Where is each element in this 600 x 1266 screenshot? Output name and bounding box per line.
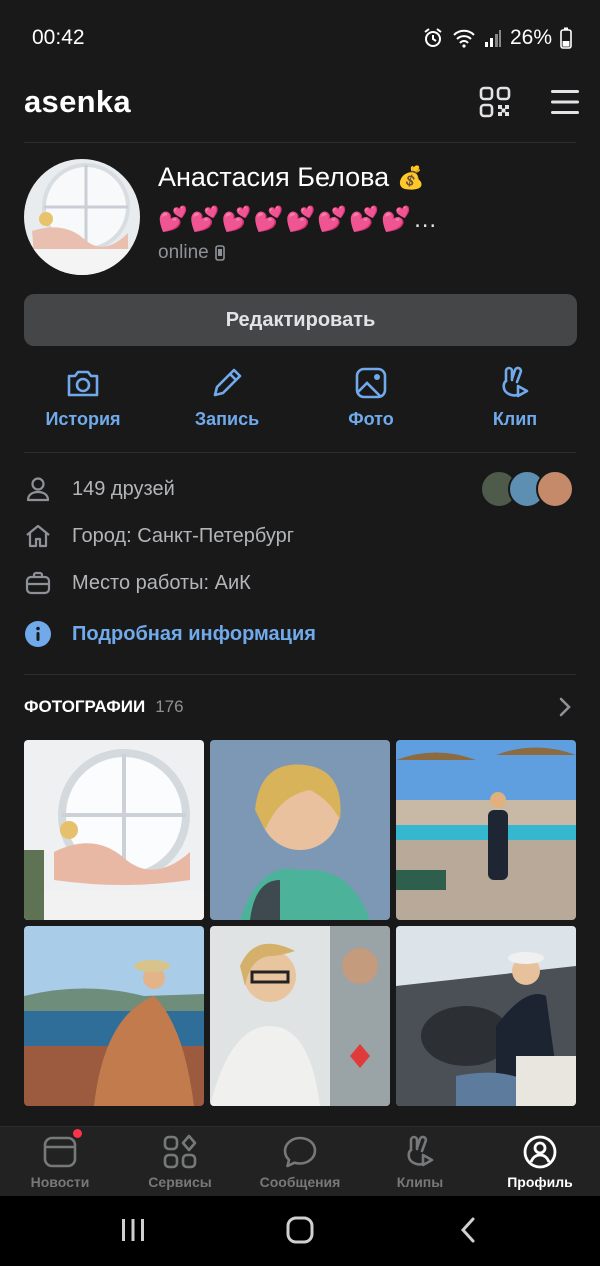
home-icon — [26, 524, 50, 548]
work-text: Место работы: АиК — [72, 571, 251, 594]
info-more[interactable]: Подробная информация — [24, 620, 316, 648]
mobile-phone-icon — [214, 245, 225, 261]
tab-news[interactable]: Новости — [0, 1134, 120, 1190]
profile-icon — [523, 1135, 557, 1169]
home-nav-icon[interactable] — [286, 1216, 314, 1244]
online-status: online — [158, 242, 225, 264]
chevron-right-icon[interactable] — [557, 696, 573, 718]
tab-news-label: Новости — [30, 1174, 90, 1190]
tab-messages-label: Сообщения — [259, 1174, 341, 1190]
pencil-icon — [213, 368, 242, 397]
photo-thumbnail[interactable] — [24, 740, 204, 920]
info-friends[interactable]: 149 друзей — [24, 475, 175, 503]
tab-profile-label: Профиль — [507, 1174, 573, 1190]
notification-dot — [73, 1129, 82, 1138]
qr-code-icon[interactable] — [479, 86, 511, 118]
friend-avatars[interactable] — [480, 470, 574, 508]
hamburger-menu-icon[interactable] — [549, 88, 581, 116]
online-label: online — [158, 242, 209, 263]
action-photo-label: Фото — [348, 409, 394, 429]
action-story-label: История — [45, 409, 121, 429]
tab-services-label: Сервисы — [148, 1174, 212, 1190]
action-post-label: Запись — [194, 409, 260, 429]
user-icon — [26, 477, 50, 502]
tab-messages[interactable]: Сообщения — [240, 1134, 360, 1190]
wifi-icon — [453, 29, 475, 48]
profile-name: Анастасия Белова — [158, 162, 390, 192]
info-icon — [25, 621, 51, 647]
info-work: Место работы: АиК — [24, 569, 251, 597]
money-bag-icon: 💰 — [397, 164, 425, 190]
profile-status[interactable]: 💕💕💕💕💕💕💕💕… — [158, 205, 439, 234]
action-clip[interactable]: Клип — [450, 365, 580, 430]
messages-icon — [283, 1136, 317, 1168]
photos-header[interactable]: ФОТОГРАФИИ 176 — [24, 697, 184, 717]
back-icon[interactable] — [458, 1216, 478, 1244]
clips-icon — [407, 1135, 434, 1167]
app-title: asenka — [24, 84, 131, 119]
image-icon — [355, 367, 387, 399]
profile-name-row: Анастасия Белова 💰 — [158, 162, 425, 193]
signal-icon — [484, 30, 501, 47]
alarm-icon — [424, 28, 442, 47]
profile-avatar[interactable] — [24, 159, 140, 275]
action-post[interactable]: Запись — [162, 365, 292, 430]
photo-thumbnail[interactable] — [396, 740, 576, 920]
photo-thumbnail[interactable] — [396, 926, 576, 1106]
photo-thumbnail[interactable] — [210, 740, 390, 920]
briefcase-icon — [25, 571, 51, 595]
more-info-link: Подробная информация — [72, 622, 316, 645]
battery-icon — [560, 27, 572, 49]
status-time: 00:42 — [32, 26, 85, 49]
photo-thumbnail[interactable] — [24, 926, 204, 1106]
tab-profile[interactable]: Профиль — [480, 1134, 600, 1190]
edit-profile-button[interactable]: Редактировать — [24, 294, 577, 346]
camera-icon — [67, 370, 99, 397]
photo-thumbnail[interactable] — [210, 926, 390, 1106]
tab-clips-label: Клипы — [396, 1174, 444, 1190]
status-icons: 26% — [422, 26, 572, 50]
actions-divider — [24, 452, 576, 453]
battery-percent: 26% — [509, 26, 552, 49]
friends-count: 149 друзей — [72, 477, 175, 500]
clip-icon — [502, 366, 529, 398]
photos-count: 176 — [155, 697, 184, 716]
photos-title: ФОТОГРАФИИ — [24, 697, 146, 716]
tab-services[interactable]: Сервисы — [120, 1134, 240, 1190]
recent-apps-icon[interactable] — [120, 1217, 146, 1243]
services-icon — [163, 1134, 197, 1169]
action-clip-label: Клип — [492, 409, 538, 429]
friend-avatar — [536, 470, 574, 508]
action-story[interactable]: История — [18, 365, 148, 430]
info-divider — [24, 674, 576, 675]
tab-clips[interactable]: Клипы — [360, 1134, 480, 1190]
city-text: Город: Санкт-Петербург — [72, 524, 295, 547]
news-icon — [43, 1136, 77, 1168]
action-photo[interactable]: Фото — [306, 365, 436, 430]
header-divider — [24, 142, 576, 143]
info-city: Город: Санкт-Петербург — [24, 522, 294, 550]
